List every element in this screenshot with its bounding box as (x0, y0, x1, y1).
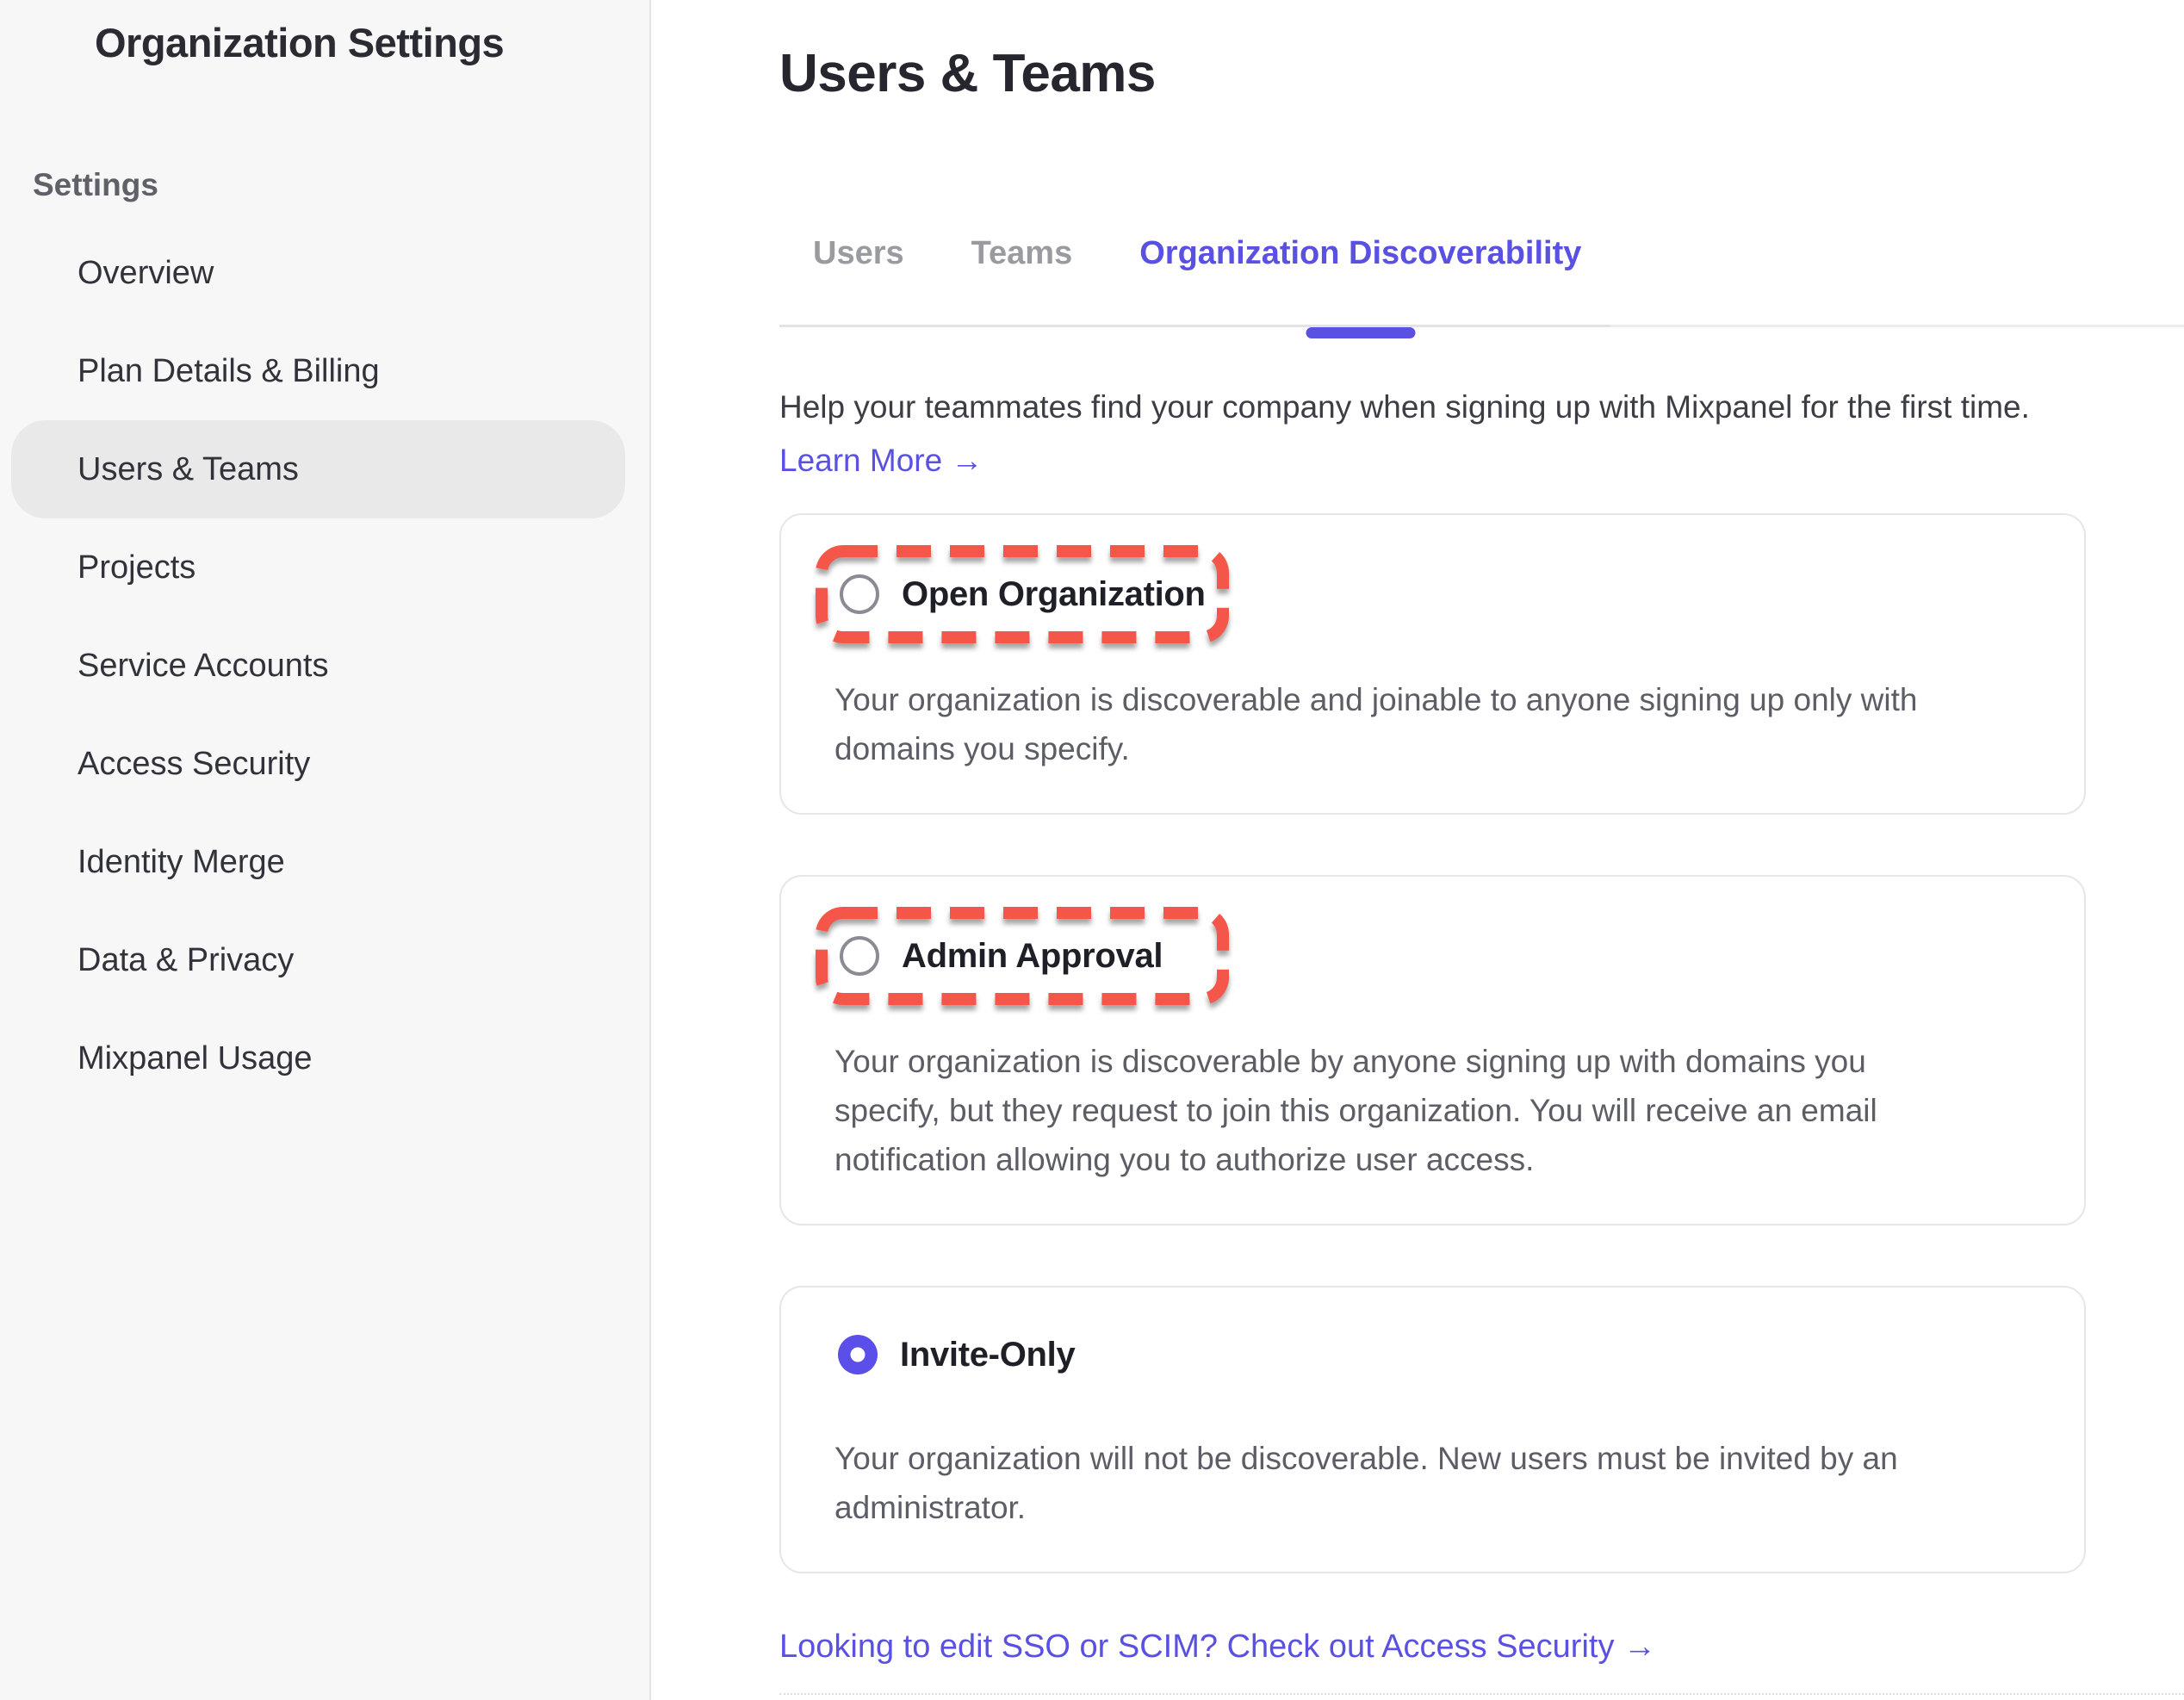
tab-list: Users Teams Organization Discoverability (813, 235, 1581, 272)
option-description: Your organization is discoverable and jo… (835, 675, 2050, 773)
option-card-open-organization: Open Organization Your organization is d… (779, 513, 2086, 815)
sidebar-item-access-security[interactable]: Access Security (0, 715, 649, 813)
option-description: Your organization will not be discoverab… (835, 1434, 2050, 1532)
sidebar-item-identity-merge[interactable]: Identity Merge (0, 813, 649, 911)
sidebar-item-overview[interactable]: Overview (0, 224, 649, 322)
tab-users[interactable]: Users (813, 235, 904, 272)
option-card-invite-only: Invite-Only Your organization will not b… (779, 1286, 2086, 1573)
sidebar: Organization Settings Settings Overview … (0, 0, 651, 1700)
access-security-link[interactable]: Looking to edit SSO or SCIM? Check out A… (779, 1629, 1656, 1666)
sidebar-item-projects[interactable]: Projects (0, 518, 649, 617)
sidebar-section-label: Settings (33, 167, 649, 203)
tab-label: Organization Discoverability (1139, 235, 1581, 271)
sidebar-item-service-accounts[interactable]: Service Accounts (0, 617, 649, 715)
sidebar-item-plan-details-billing[interactable]: Plan Details & Billing (0, 322, 649, 420)
bottom-divider (779, 1693, 2184, 1695)
tab-strip: Users Teams Organization Discoverability (779, 235, 2184, 327)
tab-organization-discoverability[interactable]: Organization Discoverability (1139, 235, 1581, 272)
main-content: Users & Teams Users Teams Organization D… (653, 0, 2184, 1700)
intro-text: Help your teammates find your company wh… (779, 389, 2184, 425)
option-header: Open Organization (815, 544, 1230, 644)
option-header: Invite-Only (835, 1331, 2050, 1379)
sidebar-item-data-privacy[interactable]: Data & Privacy (0, 911, 649, 1009)
option-label-admin-approval[interactable]: Admin Approval (902, 937, 1163, 976)
option-header: Admin Approval (815, 906, 1230, 1006)
radio-admin-approval[interactable] (840, 936, 879, 976)
discoverability-options: Open Organization Your organization is d… (779, 513, 2086, 1573)
sidebar-nav: Overview Plan Details & Billing Users & … (0, 224, 649, 1107)
option-label-open-organization[interactable]: Open Organization (902, 575, 1206, 614)
learn-more-link[interactable]: Learn More → (779, 443, 983, 479)
option-card-admin-approval: Admin Approval Your organization is disc… (779, 875, 2086, 1225)
sidebar-title: Organization Settings (95, 19, 649, 66)
tabs-divider-dark (779, 325, 1610, 327)
active-tab-indicator (1306, 327, 1415, 338)
sidebar-item-users-teams[interactable]: Users & Teams (11, 420, 625, 518)
tab-teams[interactable]: Teams (971, 235, 1073, 272)
option-label-invite-only[interactable]: Invite-Only (900, 1336, 1075, 1374)
page-title: Users & Teams (779, 43, 2184, 104)
radio-open-organization[interactable] (840, 574, 879, 614)
radio-invite-only[interactable] (838, 1335, 878, 1374)
option-description: Your organization is discoverable by any… (835, 1037, 2050, 1184)
sidebar-item-mixpanel-usage[interactable]: Mixpanel Usage (0, 1009, 649, 1107)
